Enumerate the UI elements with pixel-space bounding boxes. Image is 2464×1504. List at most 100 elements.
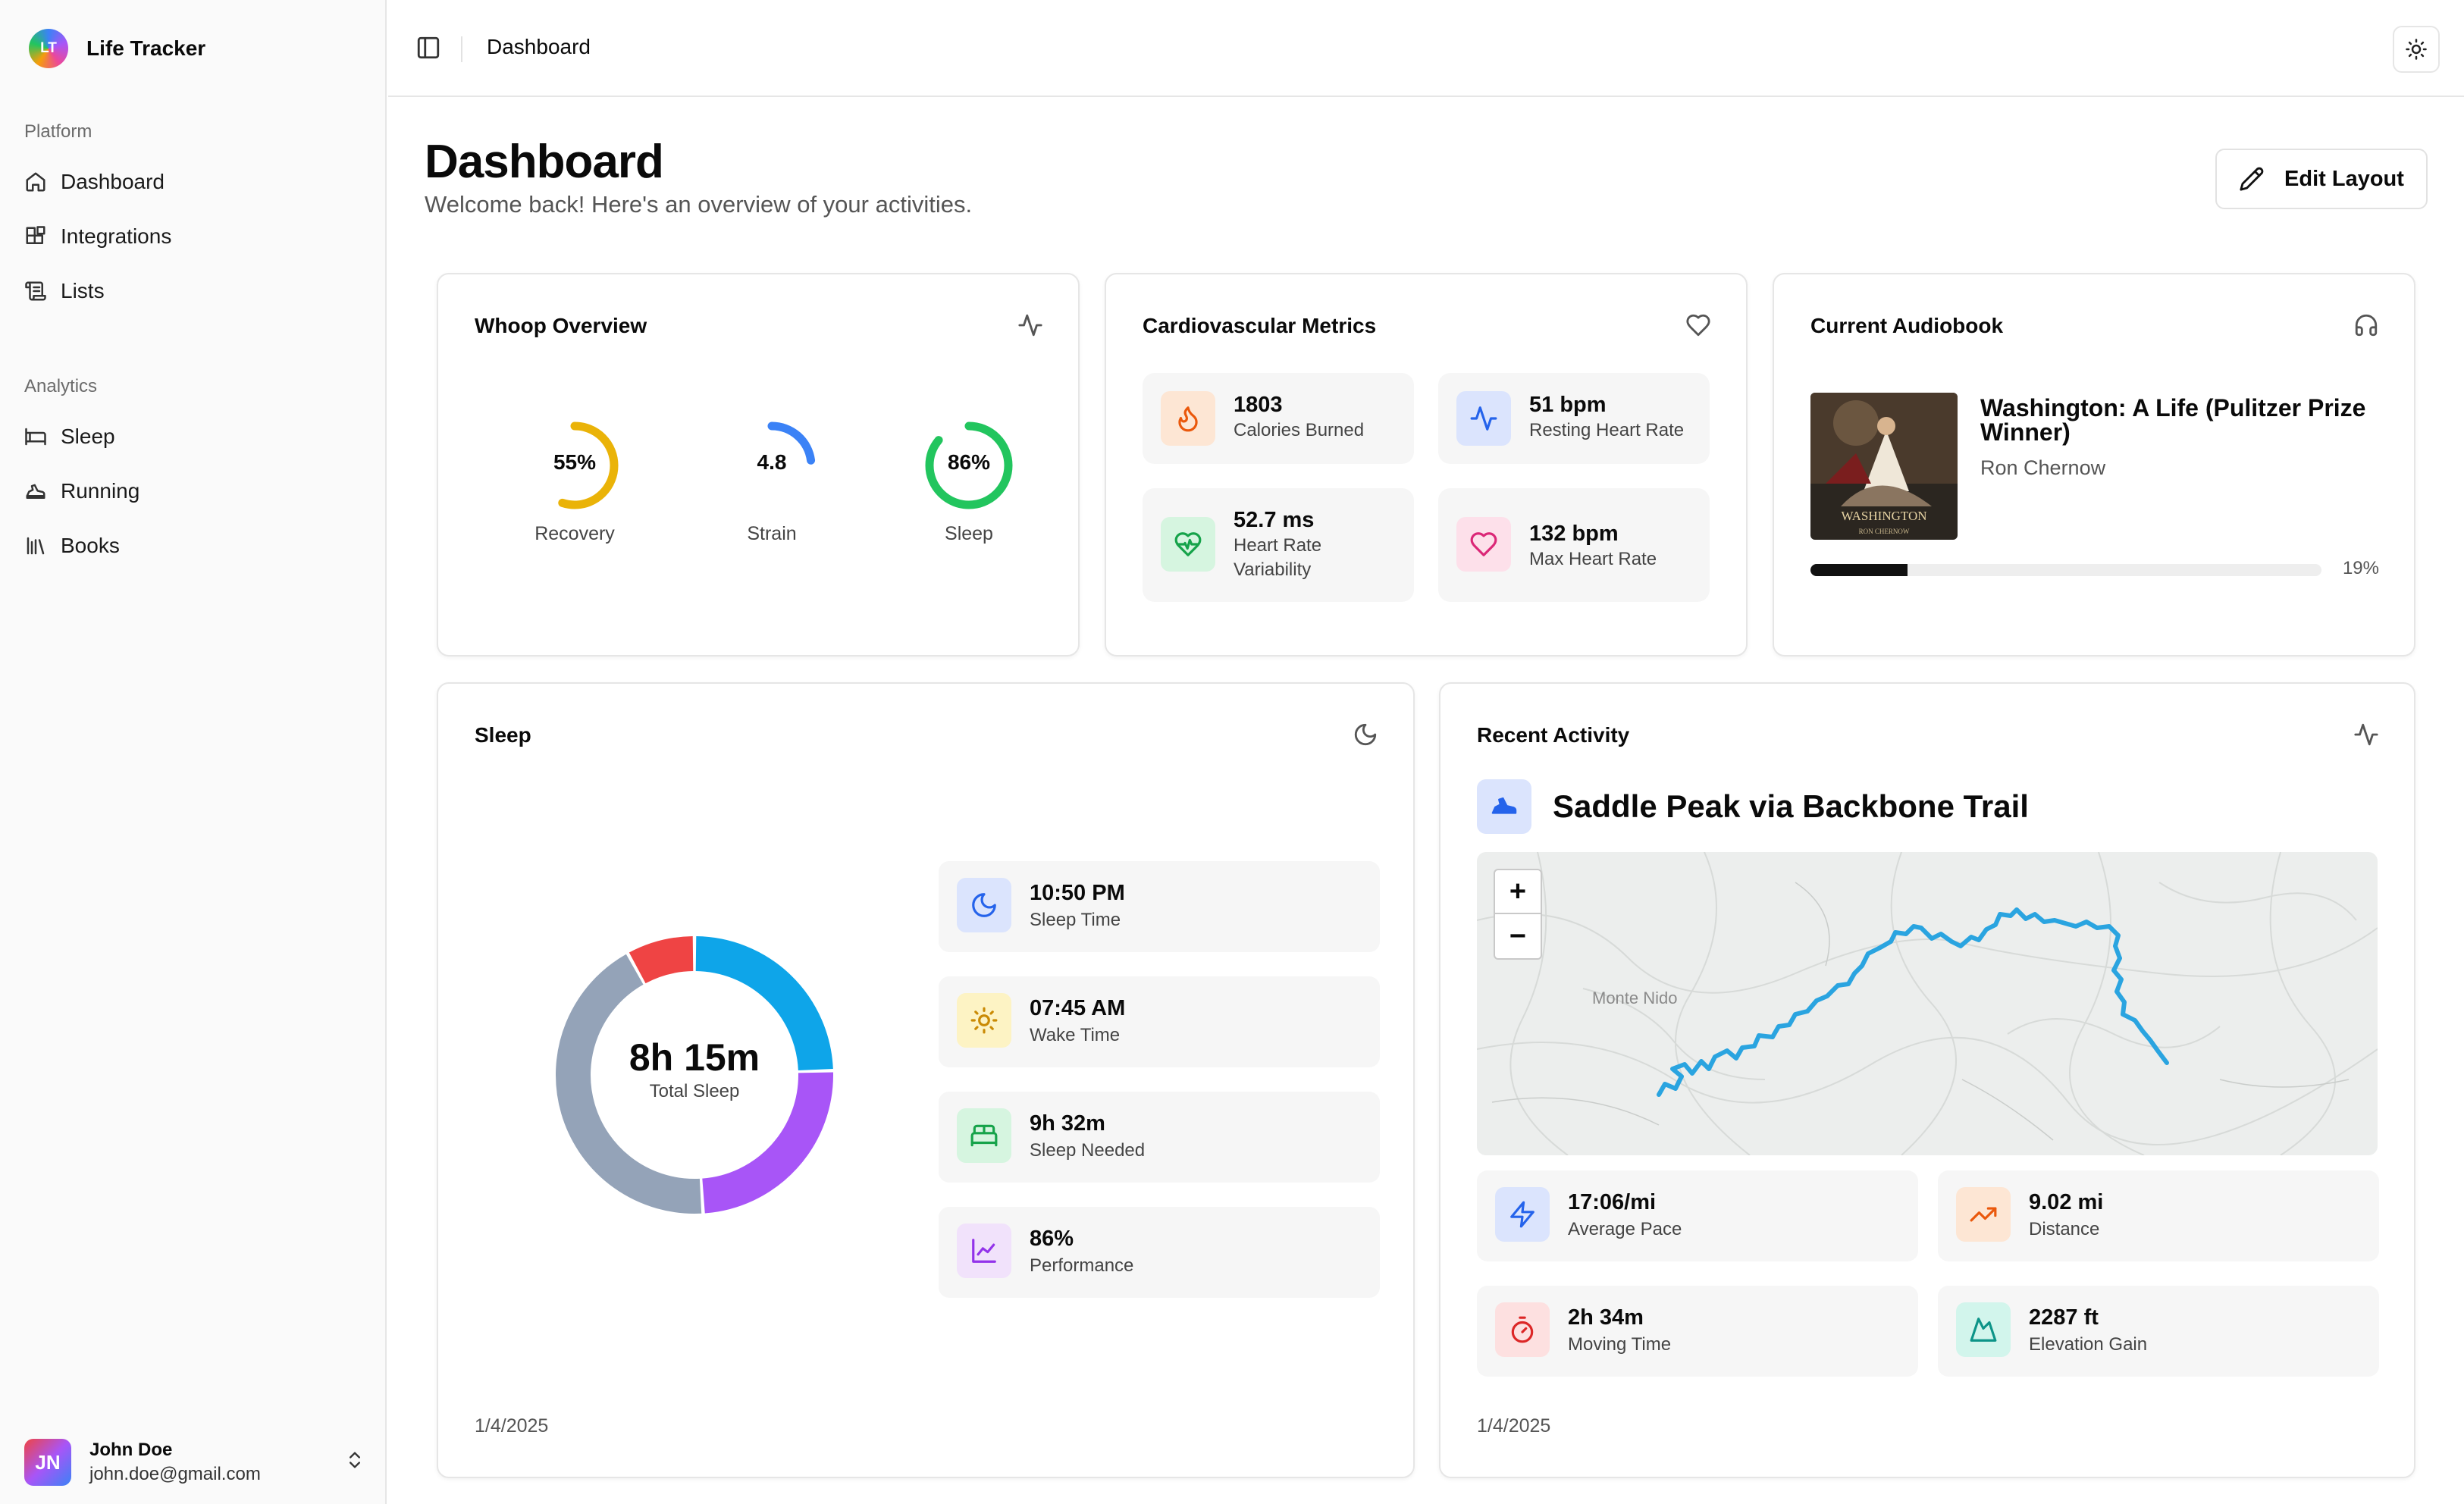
book-author: Ron Chernow — [1980, 456, 2106, 479]
metric-value: 1803 — [1234, 393, 1283, 417]
library-icon — [27, 537, 45, 555]
stat-label: Distance — [2029, 1219, 2100, 1239]
wake-time-stat: 07:45 AM Wake Time — [939, 976, 1380, 1067]
sidebar-toggle-button[interactable] — [415, 35, 441, 64]
headphones-icon — [2355, 314, 2378, 337]
trending-up-icon — [1970, 1207, 1997, 1222]
activity-name[interactable]: Saddle Peak via Backbone Trail — [1553, 788, 2029, 825]
breadcrumb[interactable]: Dashboard — [487, 35, 591, 59]
scroll-icon — [25, 281, 46, 301]
sidebar: LT Life Tracker Platform Dashboard Integ… — [0, 0, 387, 1504]
listening-progress-bar — [1810, 564, 2321, 576]
recovery-value: 55% — [553, 450, 597, 474]
stat-label: Wake Time — [1030, 1025, 1121, 1045]
sidebar-item-running[interactable]: Running — [24, 475, 140, 508]
sidebar-item-books[interactable]: Books — [24, 529, 120, 562]
user-menu[interactable]: JN John Doe john.doe@gmail.com — [24, 1437, 365, 1487]
sleep-stages-donut: 8h 15m Total Sleep — [550, 931, 839, 1219]
stat-value: 2h 34m — [1568, 1305, 1644, 1330]
metric-value: 132 bpm — [1529, 522, 1619, 546]
metric-label: Variability — [1234, 559, 1312, 580]
blocks-icon — [26, 226, 45, 244]
activity-icon — [2354, 723, 2378, 746]
metric-label: Max Heart Rate — [1529, 549, 1657, 569]
nav-group-platform: Platform — [24, 121, 92, 142]
theme-toggle-button[interactable] — [2393, 26, 2440, 73]
sidebar-item-dashboard[interactable]: Dashboard — [24, 165, 165, 199]
progress-percent: 19% — [2342, 558, 2379, 578]
sidebar-item-label: Lists — [61, 279, 105, 302]
sleep-card: Sleep 8h 15m Total Sleep 10:50 PM Sleep … — [437, 682, 1415, 1478]
shoe-icon — [1491, 797, 1517, 814]
top-bar: Dashboard — [388, 0, 2464, 97]
strain-value: 4.8 — [757, 450, 787, 474]
chart-line-icon — [972, 1239, 996, 1263]
performance-stat: 86% Performance — [939, 1207, 1380, 1298]
stat-label: Sleep Time — [1030, 910, 1121, 930]
sleep-date: 1/4/2025 — [475, 1415, 549, 1437]
sleep-label: Sleep — [945, 523, 993, 544]
divider — [461, 36, 462, 62]
stat-value: 07:45 AM — [1030, 996, 1126, 1020]
book-cover[interactable]: WASHINGTON RON CHERNOW — [1810, 393, 1958, 540]
heart-icon — [1470, 532, 1497, 556]
timer-icon — [1511, 1316, 1534, 1343]
home-icon — [26, 172, 45, 192]
shoe-icon — [26, 484, 45, 499]
user-name: John Doe — [89, 1440, 173, 1460]
metric-label: Resting Heart Rate — [1529, 420, 1685, 440]
sun-icon — [2406, 39, 2427, 60]
stat-value: 2287 ft — [2029, 1305, 2099, 1330]
sidebar-item-sleep[interactable]: Sleep — [24, 420, 115, 453]
sidebar-item-integrations[interactable]: Integrations — [24, 220, 171, 253]
sidebar-item-label: Books — [61, 534, 120, 557]
book-title[interactable]: Washington: A Life (Pulitzer Prize Winne… — [1980, 396, 2375, 444]
heart-pulse-icon — [1174, 532, 1202, 556]
card-title: Current Audiobook — [1810, 314, 2004, 337]
total-sleep-label: Total Sleep — [649, 1081, 740, 1101]
sleep-needed-stat: 9h 32m Sleep Needed — [939, 1092, 1380, 1183]
user-email: john.doe@gmail.com — [89, 1464, 261, 1484]
map-zoom-controls: + − — [1494, 869, 1542, 960]
page-title: Dashboard — [425, 136, 664, 188]
stat-value: 86% — [1030, 1227, 1074, 1251]
average-pace-stat: 17:06/mi Average Pace — [1477, 1170, 1918, 1261]
distance-stat: 9.02 mi Distance — [1938, 1170, 2379, 1261]
activity-date: 1/4/2025 — [1477, 1415, 1551, 1437]
stat-label: Average Pace — [1568, 1219, 1682, 1239]
stat-value: 9h 32m — [1030, 1111, 1105, 1136]
stat-label: Moving Time — [1568, 1334, 1672, 1355]
metric-label: Calories Burned — [1234, 420, 1365, 440]
flame-icon — [1178, 406, 1198, 432]
sidebar-item-label: Running — [61, 479, 140, 503]
pencil-icon — [2240, 167, 2264, 191]
sleep-stage-segment-3 — [629, 936, 694, 984]
stat-value: 9.02 mi — [2029, 1190, 2104, 1214]
metric-value: 51 bpm — [1529, 393, 1607, 417]
metric-label: Heart Rate — [1234, 535, 1322, 556]
cardiovascular-metrics-card: Cardiovascular Metrics 1803 Calories Bur… — [1105, 273, 1748, 656]
sidebar-item-lists[interactable]: Lists — [24, 274, 105, 308]
cover-title: WASHINGTON — [1841, 509, 1926, 523]
recovery-label: Recovery — [534, 523, 615, 544]
hrv-metric: 52.7 ms Heart Rate Variability — [1143, 488, 1414, 602]
stat-label: Performance — [1030, 1255, 1134, 1276]
activity-icon — [1470, 406, 1497, 431]
sleep-value: 86% — [947, 450, 991, 474]
stat-value: 10:50 PM — [1030, 881, 1125, 905]
moon-icon — [972, 893, 996, 917]
brand[interactable]: LT Life Tracker — [29, 29, 205, 68]
stat-value: 17:06/mi — [1568, 1190, 1657, 1214]
route-map[interactable]: + − Monte Nido — [1477, 852, 2378, 1155]
app-name: Life Tracker — [86, 36, 206, 60]
metric-value: 52.7 ms — [1234, 508, 1315, 532]
bed-icon — [970, 1124, 998, 1147]
zoom-out-button[interactable]: − — [1495, 914, 1541, 958]
app-logo: LT — [29, 29, 68, 68]
sleep-time-stat: 10:50 PM Sleep Time — [939, 861, 1380, 952]
edit-layout-button[interactable]: Edit Layout — [2215, 149, 2428, 209]
activity-header: Saddle Peak via Backbone Trail — [1477, 779, 2029, 834]
zoom-in-button[interactable]: + — [1495, 870, 1541, 914]
sun-icon — [970, 1007, 998, 1034]
whoop-overview-card: Whoop Overview 55% Recovery 4.8 Strain 8… — [437, 273, 1080, 656]
